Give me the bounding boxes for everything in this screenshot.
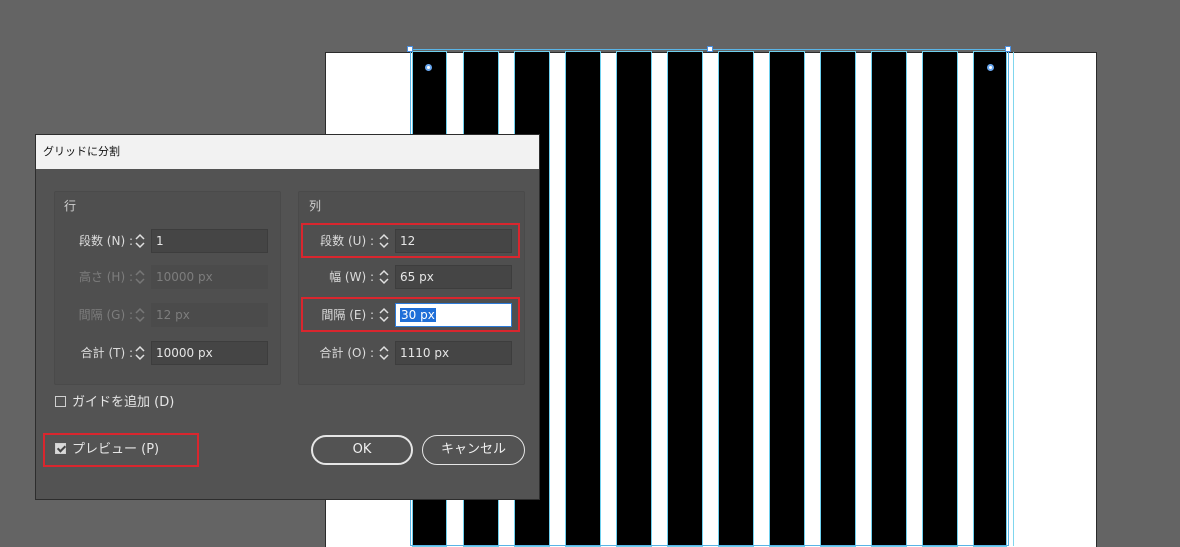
resize-handle-icon[interactable] [407,46,413,52]
columns-total-row: 合計 (O) : 1110 px [36,341,526,365]
spinner-icon[interactable] [377,232,391,250]
spinner-icon[interactable] [377,306,391,324]
preview-checkbox[interactable] [55,443,66,454]
columns-group-title: 列 [309,199,322,213]
columns-width-input[interactable]: 65 px [395,265,512,289]
columns-width-label: 幅 (W) : [329,270,374,284]
add-guides-option[interactable]: ガイドを追加 (D) [55,394,174,412]
columns-count-row: 段数 (U) : 12 [36,229,526,253]
resize-handle-icon[interactable] [1005,46,1011,52]
columns-width-row: 幅 (W) : 65 px [36,265,526,289]
dialog-title[interactable]: グリッドに分割 [36,135,539,169]
add-guides-label: ガイドを追加 (D) [72,395,175,410]
columns-gutter-input[interactable]: 30 px [395,303,512,327]
columns-gutter-row: 間隔 (E) : 30 px [36,303,526,327]
split-into-grid-dialog: グリッドに分割 行 段数 (N) : 1 高さ (H) : 10000 px 間… [35,134,540,500]
ok-button[interactable]: OK [311,435,413,465]
columns-total-label: 合計 (O) : [319,346,374,360]
spinner-icon[interactable] [377,268,391,286]
guide-line [1013,52,1014,546]
rows-group-title: 行 [64,199,77,213]
spinner-icon[interactable] [377,344,391,362]
corner-widget-icon[interactable] [425,64,432,71]
columns-gutter-label: 間隔 (E) : [321,308,374,322]
columns-gutter-value[interactable]: 30 px [400,308,436,322]
cancel-button[interactable]: キャンセル [422,435,525,465]
columns-count-input[interactable]: 12 [395,229,512,253]
preview-option[interactable]: プレビュー (P) [55,441,159,459]
columns-count-label: 段数 (U) : [320,234,374,248]
add-guides-checkbox[interactable] [55,396,66,407]
corner-widget-icon[interactable] [987,64,994,71]
columns-total-input[interactable]: 1110 px [395,341,512,365]
preview-label: プレビュー (P) [72,442,160,457]
resize-handle-icon[interactable] [707,46,713,52]
